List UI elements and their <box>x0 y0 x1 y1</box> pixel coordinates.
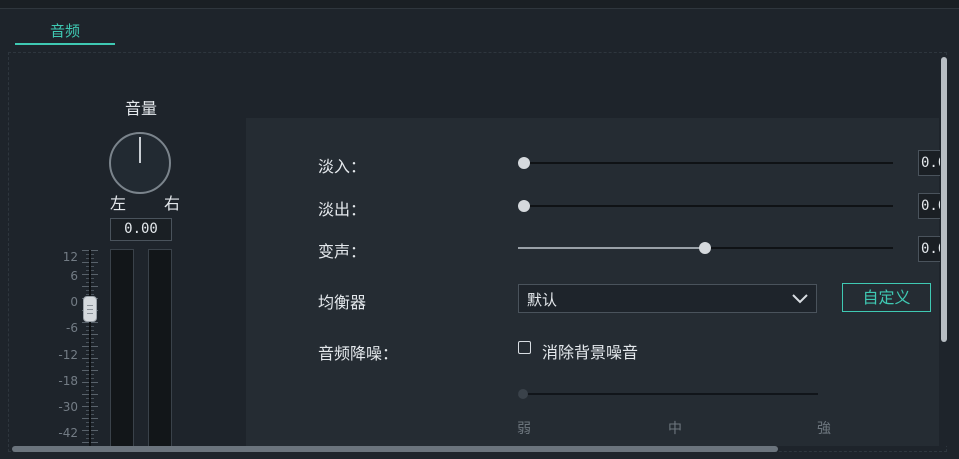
level-meter-left <box>110 249 134 449</box>
equalizer-custom-button[interactable]: 自定义 <box>842 283 931 312</box>
scale-label: -6 <box>66 321 78 335</box>
equalizer-label: 均衡器 <box>318 293 367 312</box>
scale-label: -42 <box>58 426 78 440</box>
scale-label: 6 <box>70 269 78 283</box>
denoise-level-mid: 中 <box>668 421 682 437</box>
fade-in-slider-thumb[interactable] <box>518 157 530 169</box>
pan-knob-indicator <box>139 137 141 163</box>
volume-title: 音量 <box>124 99 157 118</box>
denoise-level-slider-track[interactable] <box>518 393 818 395</box>
pitch-slider-thumb[interactable] <box>699 242 711 254</box>
volume-value-field[interactable]: 0.00 <box>110 218 172 241</box>
equalizer-select[interactable]: 默认 <box>518 284 817 313</box>
fade-in-slider-track[interactable] <box>518 162 893 164</box>
chevron-down-icon <box>792 294 808 304</box>
denoise-level-strong: 強 <box>817 421 831 437</box>
equalizer-selected-value: 默认 <box>527 291 558 309</box>
pan-left-label: 左 <box>110 194 127 213</box>
horizontal-scrollbar-thumb[interactable] <box>12 446 778 452</box>
scale-label: -12 <box>58 348 78 362</box>
fade-in-label: 淡入： <box>318 157 367 176</box>
scale-label: 12 <box>62 250 78 264</box>
scale-label: -18 <box>58 374 78 388</box>
pitch-label: 变声： <box>318 242 367 261</box>
denoise-checkbox[interactable] <box>518 341 531 354</box>
pan-right-label: 右 <box>164 194 181 213</box>
pitch-value-field[interactable]: 0.0 <box>918 236 942 262</box>
fade-out-value-field[interactable]: 0.0 <box>918 193 942 219</box>
pitch-slider-fill <box>518 247 705 249</box>
fade-out-slider-thumb[interactable] <box>518 200 530 212</box>
scale-label: 0 <box>70 295 78 309</box>
window-top-strip <box>0 0 959 9</box>
level-meter-right <box>148 249 172 449</box>
tab-active-indicator <box>15 43 115 45</box>
fade-out-slider-track[interactable] <box>518 205 893 207</box>
denoise-level-weak: 弱 <box>517 421 531 437</box>
denoise-checkbox-label[interactable]: 消除背景噪音 <box>542 339 638 363</box>
fade-out-label: 淡出： <box>318 200 367 219</box>
vertical-scrollbar-thumb[interactable] <box>941 57 947 342</box>
denoise-label: 音频降噪： <box>318 344 399 363</box>
volume-slider-thumb[interactable] <box>83 296 97 322</box>
denoise-level-slider-thumb[interactable] <box>518 389 528 399</box>
scale-label: -30 <box>58 400 78 414</box>
tab-audio[interactable]: 音频 <box>15 18 115 46</box>
volume-slider-track[interactable] <box>89 250 91 450</box>
fade-in-value-field[interactable]: 0.0 <box>918 150 942 176</box>
